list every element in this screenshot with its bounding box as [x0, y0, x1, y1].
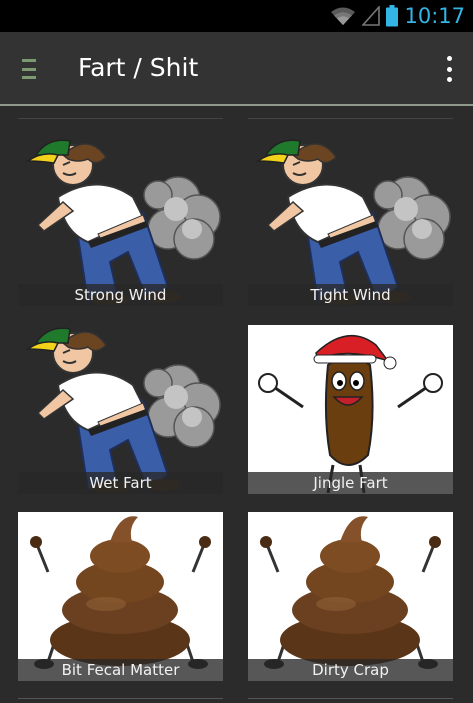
sound-tile[interactable]: Tight Wind: [248, 137, 453, 306]
sound-tile[interactable]: Wet Fart: [18, 325, 223, 494]
next-row-peek: [248, 698, 453, 703]
status-bar: 10:17: [0, 0, 473, 32]
status-icons: 10:17: [330, 4, 465, 28]
poop-character-image: [258, 514, 443, 671]
farting-man-image: [27, 139, 221, 306]
farting-man-image: [257, 139, 451, 306]
farting-man-image: [27, 327, 221, 494]
sound-tile[interactable]: Dirty Crap: [248, 512, 453, 681]
poop-santa-hat-image: [257, 334, 444, 494]
sound-tile-label: Dirty Crap: [248, 659, 453, 681]
sound-tile-label: Bit Fecal Matter: [18, 659, 223, 681]
grid-top-divider: [248, 118, 453, 119]
battery-icon: [386, 5, 399, 27]
sound-tile-label: Strong Wind: [18, 284, 223, 306]
poop-character-image: [28, 514, 213, 671]
page-title: Fart / Shit: [78, 53, 199, 82]
status-time: 10:17: [404, 4, 465, 28]
sound-tile[interactable]: Jingle Fart: [248, 325, 453, 494]
sound-tile-label: Tight Wind: [248, 284, 453, 306]
grid-top-divider: [18, 118, 223, 119]
next-row-peek: [18, 698, 223, 703]
overflow-menu-icon[interactable]: [439, 56, 459, 82]
sound-tile-label: Jingle Fart: [248, 472, 453, 494]
sound-tile[interactable]: Bit Fecal Matter: [18, 512, 223, 681]
action-bar-divider: [0, 104, 473, 106]
wifi-icon: [331, 7, 356, 25]
drawer-icon[interactable]: [22, 59, 40, 79]
sound-tile[interactable]: Strong Wind: [18, 137, 223, 306]
signal-icon: [362, 6, 381, 26]
action-bar: [0, 32, 473, 104]
sound-tile-label: Wet Fart: [18, 472, 223, 494]
